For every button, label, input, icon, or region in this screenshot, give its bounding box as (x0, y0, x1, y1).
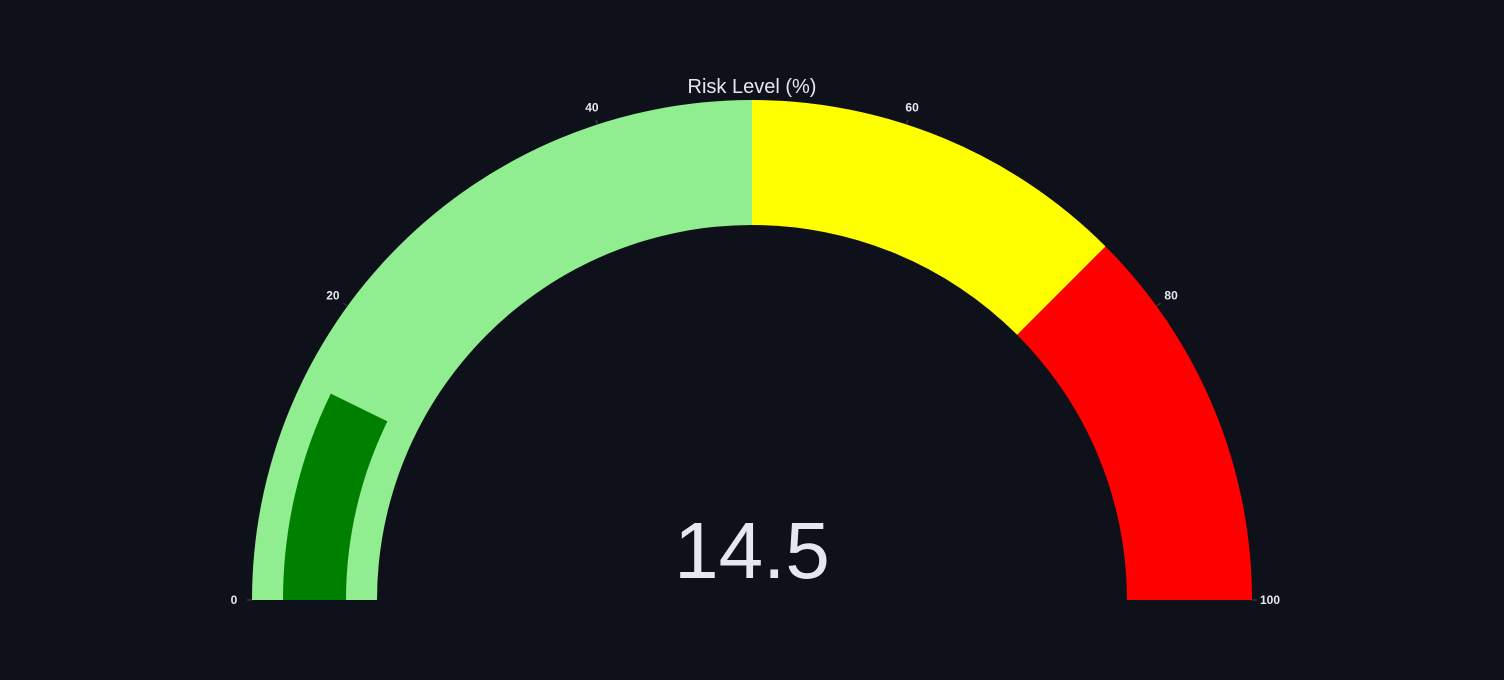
gauge-value-number: 14.5 (674, 506, 830, 595)
gauge-tick-mark (906, 119, 909, 125)
gauge-tick-label: 80 (1164, 289, 1178, 303)
gauge-tick-mark (1156, 302, 1161, 307)
gauge-svg: Risk Level (%) 0 20 40 60 80 100 14.5 (231, 76, 1281, 607)
gauge-tick-label: 20 (326, 289, 340, 303)
gauge-tick-label: 100 (1260, 593, 1280, 607)
gauge-tick-label: 0 (231, 593, 238, 607)
gauge-title: Risk Level (%) (688, 76, 817, 98)
gauge-tick-mark (343, 302, 348, 307)
gauge-chart: Risk Level (%) 0 20 40 60 80 100 14.5 (0, 0, 1504, 680)
gauge-tick-label: 60 (905, 100, 919, 114)
gauge-tick-label: 40 (585, 100, 599, 114)
gauge-tick-mark (595, 119, 598, 125)
